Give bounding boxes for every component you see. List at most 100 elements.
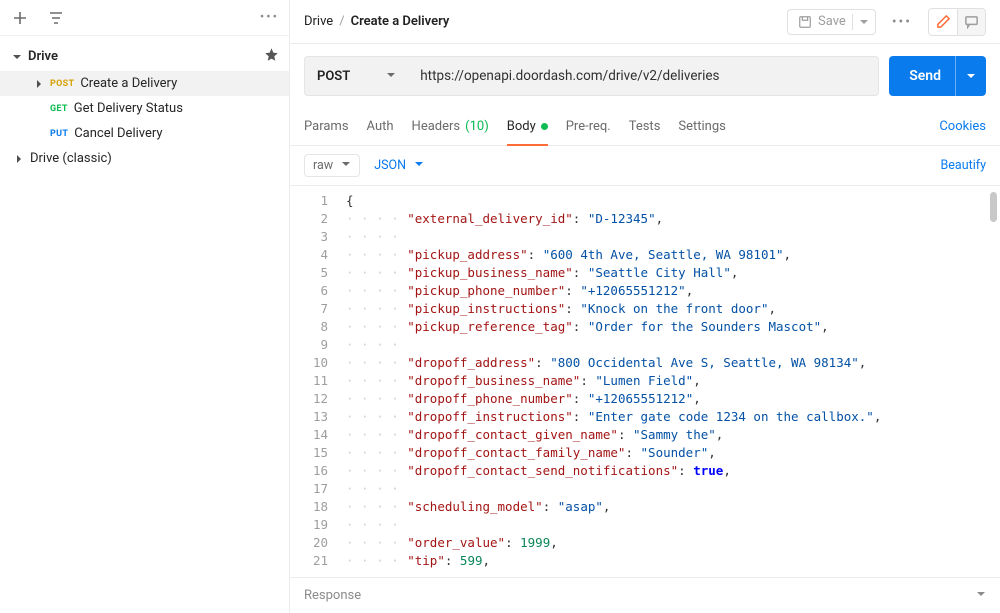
tab-body[interactable]: Body (507, 109, 548, 146)
sidebar-request-item[interactable]: POSTCreate a Delivery (0, 71, 289, 96)
whitespace-indicator: · · · · (346, 319, 406, 334)
cookies-link[interactable]: Cookies (939, 119, 986, 134)
view-mode-toggle (928, 8, 986, 36)
whitespace-indicator: · · · · (346, 553, 406, 568)
tab-params[interactable]: Params (304, 109, 349, 144)
code-line[interactable]: 3· · · · (290, 228, 1000, 246)
code-line[interactable]: 5· · · · "pickup_business_name": "Seattl… (290, 264, 1000, 282)
code-line[interactable]: 20· · · · "order_value": 1999, (290, 534, 1000, 552)
request-tabs: Params Auth Headers (10) Body Pre-req. T… (290, 108, 1000, 146)
tab-prereq[interactable]: Pre-req. (566, 109, 611, 144)
line-number: 16 (290, 462, 346, 480)
code-line[interactable]: 7· · · · "pickup_instructions": "Knock o… (290, 300, 1000, 318)
more-icon[interactable]: ••• (260, 10, 279, 25)
collection-label: Drive (28, 49, 58, 64)
line-number: 6 (290, 282, 346, 300)
code-content: · · · · "scheduling_model": "asap", (346, 498, 610, 516)
code-line[interactable]: 11· · · · "dropoff_business_name": "Lume… (290, 372, 1000, 390)
tab-tests[interactable]: Tests (629, 109, 661, 144)
whitespace-indicator: · · · · (346, 427, 406, 442)
code-line[interactable]: 1{ (290, 192, 1000, 210)
body-lang-select[interactable]: JSON (374, 158, 424, 173)
main-panel: Drive / Create a Delivery Save ••• (290, 0, 1000, 613)
sidebar: ••• Drive POSTCreate a DeliveryGETGet De… (0, 0, 290, 613)
code-content: · · · · "dropoff_business_name": "Lumen … (346, 372, 701, 390)
send-button[interactable]: Send (889, 56, 986, 96)
code-content: · · · · "dropoff_address": "800 Occident… (346, 354, 866, 372)
whitespace-indicator: · · · · (346, 391, 406, 406)
whitespace-indicator: · · · · (346, 355, 406, 370)
code-line[interactable]: 8· · · · "pickup_reference_tag": "Order … (290, 318, 1000, 336)
chevron-down-icon[interactable] (955, 56, 986, 96)
code-content: · · · · "dropoff_instructions": "Enter g… (346, 408, 881, 426)
line-number: 8 (290, 318, 346, 336)
tab-auth[interactable]: Auth (367, 109, 394, 144)
code-content: · · · · "order_value": 1999, (346, 534, 558, 552)
code-content: · · · · "dropoff_phone_number": "+120655… (346, 390, 701, 408)
breadcrumb: Drive / Create a Delivery (304, 14, 449, 29)
code-line[interactable]: 16· · · · "dropoff_contact_send_notifica… (290, 462, 1000, 480)
star-icon[interactable] (264, 47, 279, 66)
line-number: 18 (290, 498, 346, 516)
method-badge: GET (50, 104, 68, 114)
method-select[interactable]: POST (304, 56, 408, 96)
save-icon (798, 15, 812, 29)
line-number: 10 (290, 354, 346, 372)
tab-settings[interactable]: Settings (678, 109, 725, 144)
method-badge: PUT (50, 129, 68, 139)
whitespace-indicator: · · · · (346, 283, 406, 298)
body-editor[interactable]: 1{2· · · · "external_delivery_id": "D-12… (290, 186, 1000, 577)
code-line[interactable]: 18· · · · "scheduling_model": "asap", (290, 498, 1000, 516)
code-line[interactable]: 10· · · · "dropoff_address": "800 Occide… (290, 354, 1000, 372)
url-input[interactable]: https://openapi.doordash.com/drive/v2/de… (408, 56, 879, 96)
code-line[interactable]: 21· · · · "tip": 599, (290, 552, 1000, 570)
code-line[interactable]: 6· · · · "pickup_phone_number": "+120655… (290, 282, 1000, 300)
plus-icon[interactable] (10, 8, 30, 28)
code-line[interactable]: 2· · · · "external_delivery_id": "D-1234… (290, 210, 1000, 228)
line-number: 13 (290, 408, 346, 426)
scrollbar-thumb[interactable] (990, 192, 997, 222)
line-number: 7 (290, 300, 346, 318)
line-number: 17 (290, 480, 346, 498)
code-line[interactable]: 17· · · · (290, 480, 1000, 498)
request-bar: POST https://openapi.doordash.com/drive/… (290, 44, 1000, 108)
response-panel-header[interactable]: Response (290, 577, 1000, 613)
code-line[interactable]: 14· · · · "dropoff_contact_given_name": … (290, 426, 1000, 444)
code-line[interactable]: 4· · · · "pickup_address": "600 4th Ave,… (290, 246, 1000, 264)
beautify-link[interactable]: Beautify (941, 158, 987, 173)
body-mode-select[interactable]: raw (304, 154, 360, 177)
tab-headers[interactable]: Headers (10) (412, 109, 489, 144)
request-label: Create a Delivery (80, 76, 177, 91)
code-line[interactable]: 13· · · · "dropoff_instructions": "Enter… (290, 408, 1000, 426)
edit-mode-button[interactable] (929, 9, 957, 35)
code-line[interactable]: 15· · · · "dropoff_contact_family_name":… (290, 444, 1000, 462)
whitespace-indicator: · · · · (346, 301, 406, 316)
chevron-down-icon (341, 158, 351, 173)
breadcrumb-root[interactable]: Drive (304, 14, 333, 29)
sidebar-request-item[interactable]: PUTCancel Delivery (0, 121, 289, 146)
code-content: · · · · "pickup_phone_number": "+1206555… (346, 282, 693, 300)
sidebar-request-item[interactable]: GETGet Delivery Status (0, 96, 289, 121)
code-line[interactable]: 19· · · · (290, 516, 1000, 534)
breadcrumb-current: Create a Delivery (351, 14, 450, 29)
collection-drive[interactable]: Drive (0, 42, 289, 71)
code-content: · · · · "pickup_business_name": "Seattle… (346, 264, 738, 282)
line-number: 4 (290, 246, 346, 264)
whitespace-indicator: · · · · (346, 535, 406, 550)
line-number: 20 (290, 534, 346, 552)
collection-drive-classic[interactable]: Drive (classic) (0, 146, 289, 171)
send-label: Send (909, 68, 941, 84)
comment-mode-button[interactable] (957, 9, 985, 35)
chevron-right-icon (32, 77, 46, 91)
collection-label: Drive (classic) (30, 151, 112, 166)
more-icon[interactable]: ••• (886, 14, 918, 30)
chevron-down-icon (976, 588, 986, 603)
chevron-down-icon[interactable] (852, 14, 869, 30)
filter-icon[interactable] (46, 8, 66, 28)
code-line[interactable]: 12· · · · "dropoff_phone_number": "+1206… (290, 390, 1000, 408)
code-content: · · · · (346, 336, 407, 354)
chevron-right-icon (12, 152, 26, 166)
code-content: · · · · "external_delivery_id": "D-12345… (346, 210, 663, 228)
code-line[interactable]: 9· · · · (290, 336, 1000, 354)
save-button[interactable]: Save (787, 9, 876, 35)
